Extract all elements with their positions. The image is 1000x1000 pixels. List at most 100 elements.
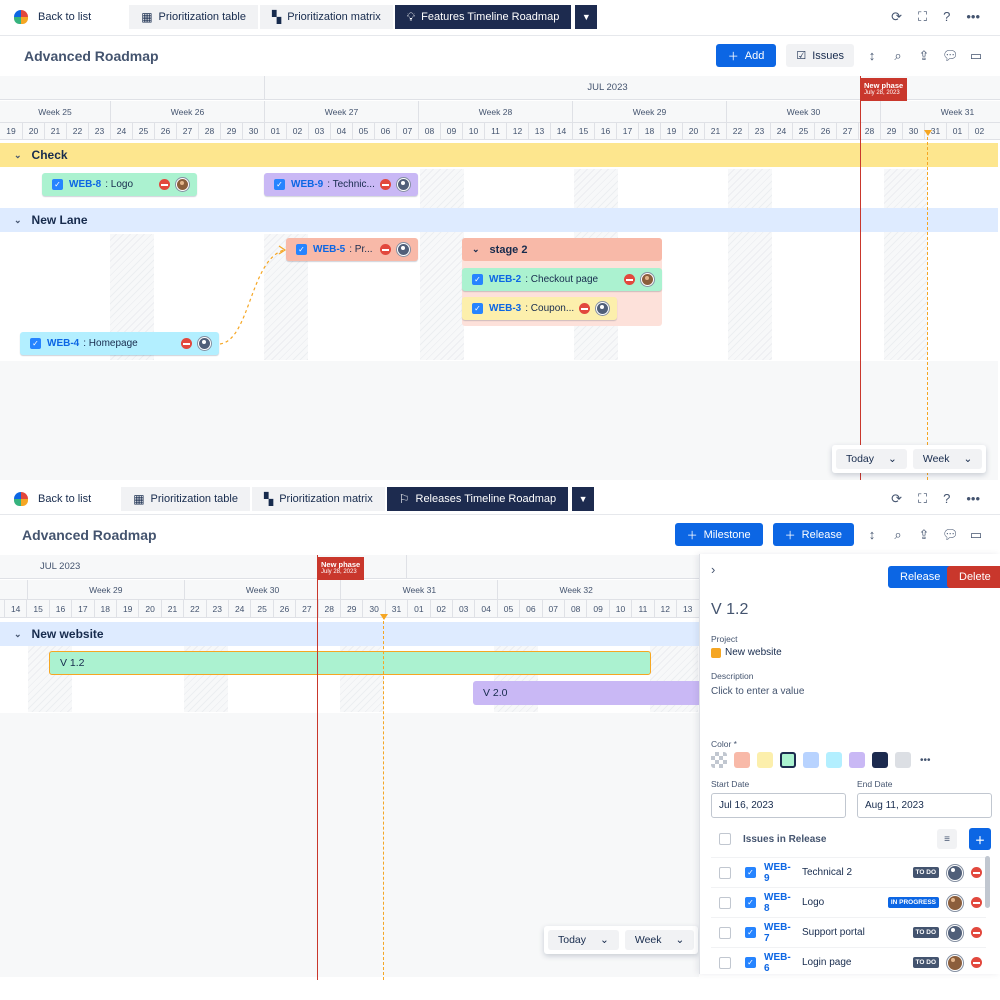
tab-label: Prioritization table	[150, 493, 238, 505]
clear-filter-icon[interactable]: ≡	[937, 829, 957, 849]
add-release-button[interactable]: ＋ Release	[772, 523, 854, 546]
release-name-heading[interactable]: V 1.2	[711, 601, 748, 619]
release-bar[interactable]: V 2.0	[473, 681, 699, 705]
day-label: 26	[272, 600, 295, 617]
row-checkbox[interactable]	[719, 866, 731, 879]
color-swatch[interactable]	[803, 752, 819, 768]
row-checkbox[interactable]	[719, 926, 731, 939]
day-label: 01	[407, 600, 429, 617]
remove-issue-icon[interactable]	[971, 957, 982, 968]
delete-label: Delete	[959, 571, 991, 583]
release-bar[interactable]: V 1.2	[49, 651, 651, 675]
scale-label: Week	[922, 453, 950, 465]
description-field[interactable]: Click to enter a value	[711, 686, 804, 697]
more-colors-icon[interactable]: •••	[920, 755, 931, 766]
no-color-swatch[interactable]	[711, 752, 727, 768]
comment-icon[interactable]: 💬︎	[942, 527, 959, 543]
today-marker-dot	[380, 614, 388, 620]
day-label: 05	[496, 600, 519, 617]
week-label: Week 31	[340, 580, 497, 599]
add-milestone-button[interactable]: ＋ Milestone	[674, 523, 763, 546]
select-all-checkbox[interactable]	[719, 833, 731, 845]
color-swatch[interactable]	[780, 752, 796, 768]
share-icon[interactable]: ⇪	[916, 527, 932, 543]
table-icon: ▦	[133, 492, 145, 506]
today-button[interactable]: Today ⌄	[548, 930, 619, 950]
day-label: 25	[250, 600, 272, 617]
panel-icon[interactable]: ▭	[968, 527, 984, 543]
more-icon[interactable]: •••	[966, 491, 980, 507]
fullscreen-icon[interactable]: ⛶	[918, 491, 927, 507]
color-swatch[interactable]	[734, 752, 750, 768]
collapse-chevron-icon[interactable]: ›	[711, 562, 715, 577]
chevron-down-icon[interactable]: ⌄	[14, 629, 22, 640]
tab-prioritization-table[interactable]: ▦ Prioritization table	[121, 487, 250, 511]
tab-label: Releases Timeline Roadmap	[415, 493, 557, 505]
day-label: 17	[71, 600, 93, 617]
refresh-icon[interactable]: ⟳	[891, 491, 902, 507]
avatar	[947, 924, 963, 941]
row-checkbox[interactable]	[719, 896, 731, 909]
project-value[interactable]: New website	[711, 647, 782, 658]
status-badge: TO DO	[912, 957, 939, 968]
view-dropdown-button[interactable]: ▼	[572, 487, 595, 511]
release-action-button[interactable]: Release	[888, 566, 953, 588]
day-label: 02	[429, 600, 452, 617]
lane-new-website[interactable]: ⌄ New website	[0, 622, 699, 646]
back-label: Back to list	[38, 493, 92, 505]
end-date-input[interactable]: Aug 11, 2023	[857, 793, 992, 818]
zoom-controls: Today ⌄ Week ⌄	[832, 445, 987, 473]
issue-title: Logo	[802, 897, 825, 908]
remove-issue-icon[interactable]	[971, 867, 982, 878]
day-label: 16	[48, 600, 71, 617]
status-badge: TO DO	[912, 867, 939, 878]
back-to-list-link[interactable]: Back to list	[14, 492, 91, 506]
issue-title: Login page	[802, 957, 852, 968]
day-label: 14	[4, 600, 26, 617]
chevron-down-icon: ▼	[578, 494, 588, 504]
tab-releases-timeline[interactable]: ⚐ Releases Timeline Roadmap	[386, 487, 569, 511]
color-swatch[interactable]	[895, 752, 911, 768]
today-marker-line	[927, 132, 928, 480]
flag-icon: ⚐	[398, 492, 410, 506]
scale-select[interactable]: Week ⌄	[912, 449, 983, 469]
help-icon[interactable]: ?	[943, 491, 950, 507]
color-swatch[interactable]	[849, 752, 865, 768]
scale-select[interactable]: Week ⌄	[624, 930, 695, 950]
delete-button[interactable]: Delete	[947, 566, 1000, 588]
row-checkbox[interactable]	[719, 956, 731, 969]
issue-key[interactable]: WEB-8	[764, 892, 794, 914]
color-swatch[interactable]	[826, 752, 842, 768]
plus-icon: ＋	[686, 529, 698, 542]
expand-vertical-icon[interactable]: ↕	[864, 527, 880, 542]
color-label: Color *	[711, 739, 737, 749]
release-name: V 1.2	[60, 657, 85, 669]
scrollbar[interactable]	[985, 856, 990, 908]
remove-issue-icon[interactable]	[971, 897, 982, 908]
issue-key[interactable]: WEB-9	[764, 862, 794, 884]
issue-row[interactable]: ✓ WEB-8 Logo IN PROGRESS	[711, 887, 986, 917]
issue-row[interactable]: ✓ WEB-7 Support portal TO DO	[711, 917, 986, 947]
issue-row[interactable]: ✓ WEB-6 Login page TO DO	[711, 947, 986, 977]
phase-marker[interactable]: New phase July 28, 2023	[317, 557, 365, 580]
add-issue-button[interactable]: ＋	[969, 828, 991, 850]
issue-title: Technical 2	[802, 867, 853, 878]
today-label: Today	[558, 934, 587, 946]
tab-prioritization-matrix[interactable]: ▚ Prioritization matrix	[251, 487, 385, 511]
today-button[interactable]: Today ⌄	[836, 449, 907, 469]
top-icon-group: ⟳ ⛶? •••	[891, 491, 980, 507]
color-swatch[interactable]	[872, 752, 888, 768]
search-icon[interactable]: ⌕	[890, 527, 906, 543]
issue-title: Support portal	[802, 927, 865, 938]
day-label: 27	[295, 600, 317, 617]
plus-icon: ＋	[784, 529, 796, 542]
milestone-label: Milestone	[703, 528, 751, 541]
issue-key[interactable]: WEB-7	[764, 922, 794, 944]
start-date-input[interactable]: Jul 16, 2023	[711, 793, 846, 818]
issue-key[interactable]: WEB-6	[764, 952, 794, 974]
phase-marker[interactable]: New phase July 28, 2023	[860, 78, 908, 101]
issue-row[interactable]: ✓ WEB-9 Technical 2 TO DO	[711, 857, 986, 887]
today-marker-dot	[924, 130, 932, 136]
remove-issue-icon[interactable]	[971, 927, 982, 938]
color-swatch[interactable]	[757, 752, 773, 768]
